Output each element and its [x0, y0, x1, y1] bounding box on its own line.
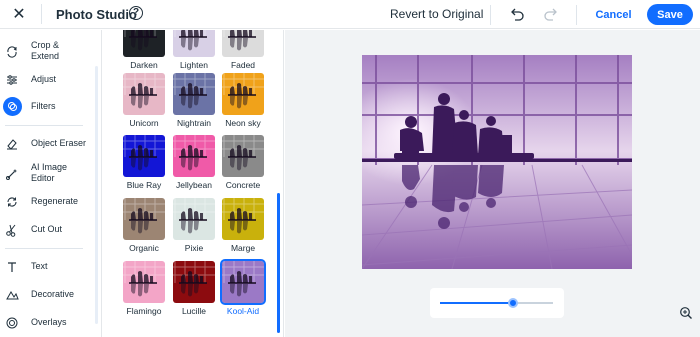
sliders-icon	[7, 75, 17, 85]
ai-brush-icon	[6, 169, 17, 180]
filter-thumbnail[interactable]	[222, 73, 264, 115]
filter-label: Faded	[230, 60, 256, 70]
crop-rotate-icon	[7, 46, 17, 58]
filter-thumbnail[interactable]	[123, 135, 165, 177]
filter-thumbnail[interactable]	[173, 261, 215, 303]
sidebar-item-filters[interactable]: Filters	[0, 97, 95, 117]
top-bar: ✕ Photo Studio ? Revert to Original Canc…	[0, 0, 700, 29]
sidebar-item-label: Object Eraser	[31, 138, 87, 148]
divider	[490, 5, 491, 25]
edited-photo	[362, 55, 632, 269]
text-icon	[8, 262, 16, 272]
cancel-button[interactable]: Cancel	[590, 5, 637, 24]
sidebar-item-label: Regenerate	[31, 196, 79, 206]
filter-thumbnail[interactable]	[222, 135, 264, 177]
slider-track[interactable]	[440, 298, 553, 308]
app-title: Photo Studio	[56, 7, 137, 22]
intensity-slider[interactable]	[430, 288, 564, 318]
filter-thumbnail[interactable]	[173, 30, 215, 57]
sidebar-item-label: AI Image Editor	[31, 162, 68, 183]
sidebar-item-adjust[interactable]: Adjust	[0, 73, 95, 87]
filter-thumbnail[interactable]	[220, 259, 266, 305]
decorative-icon	[6, 291, 19, 300]
divider	[5, 125, 83, 126]
close-icon[interactable]: ✕	[10, 6, 28, 24]
filter-thumbnail[interactable]	[123, 261, 165, 303]
sidebar-item-ai-image-editor[interactable]: AI Image Editor	[0, 162, 95, 184]
divider	[5, 248, 83, 249]
filter-thumbnail[interactable]	[123, 30, 165, 57]
tools-sidebar: Crop & Extend Adjust Filters Object Eras…	[0, 30, 100, 337]
sidebar-item-label: Filters	[31, 101, 56, 111]
sidebar-item-object-eraser[interactable]: Object Eraser	[0, 137, 95, 151]
filter-thumbnail[interactable]	[173, 198, 215, 240]
filter-label: Concrete	[225, 180, 261, 190]
divider	[576, 5, 577, 25]
redo-icon[interactable]	[543, 6, 559, 22]
sidebar-item-label: Adjust	[31, 74, 57, 84]
filter-thumbnail[interactable]	[173, 135, 215, 177]
divider	[41, 4, 42, 24]
sidebar-item-overlays[interactable]: Overlays	[0, 316, 95, 330]
sidebar-item-regenerate[interactable]: Regenerate	[0, 195, 95, 209]
sidebar-item-crop-extend[interactable]: Crop & Extend	[0, 40, 95, 62]
sidebar-item-label: Overlays	[31, 317, 67, 327]
scissors-icon	[6, 224, 16, 237]
undo-icon[interactable]	[509, 6, 525, 22]
filters-icon	[3, 97, 22, 116]
filter-thumbnail[interactable]	[123, 73, 165, 115]
sidebar-item-label: Text	[31, 261, 48, 271]
sidebar-item-text[interactable]: Text	[0, 260, 95, 274]
regenerate-icon	[7, 197, 17, 207]
filters-scrollbar[interactable]	[277, 193, 280, 333]
sidebar-item-decorative[interactable]: Decorative	[0, 288, 95, 302]
slider-fill	[440, 302, 514, 304]
filter-thumbnail[interactable]	[222, 30, 264, 57]
filters-panel: Darken Lighten Faded Unicorn Nightrain Neon s…	[101, 30, 284, 337]
filter-label: Neon sky	[225, 118, 261, 128]
filter-label: Kool-Aid	[226, 306, 260, 316]
sidebar-scrollbar[interactable]	[95, 66, 98, 324]
overlays-icon	[6, 317, 18, 329]
filter-label: Marge	[230, 243, 256, 253]
zoom-in-icon[interactable]	[679, 306, 693, 320]
filter-thumbnail[interactable]	[173, 73, 215, 115]
sidebar-item-cut-out[interactable]: Cut Out	[0, 223, 95, 237]
sidebar-item-label: Crop & Extend	[31, 40, 60, 61]
help-icon[interactable]: ?	[129, 6, 143, 20]
save-button[interactable]: Save	[647, 4, 693, 25]
filter-thumbnail[interactable]	[123, 198, 165, 240]
revert-to-original-button[interactable]: Revert to Original	[390, 7, 483, 21]
sidebar-item-label: Cut Out	[31, 224, 63, 234]
eraser-icon	[7, 139, 17, 150]
slider-handle[interactable]	[508, 298, 519, 308]
sidebar-item-label: Decorative	[31, 289, 75, 299]
filter-thumbnail[interactable]	[222, 198, 264, 240]
